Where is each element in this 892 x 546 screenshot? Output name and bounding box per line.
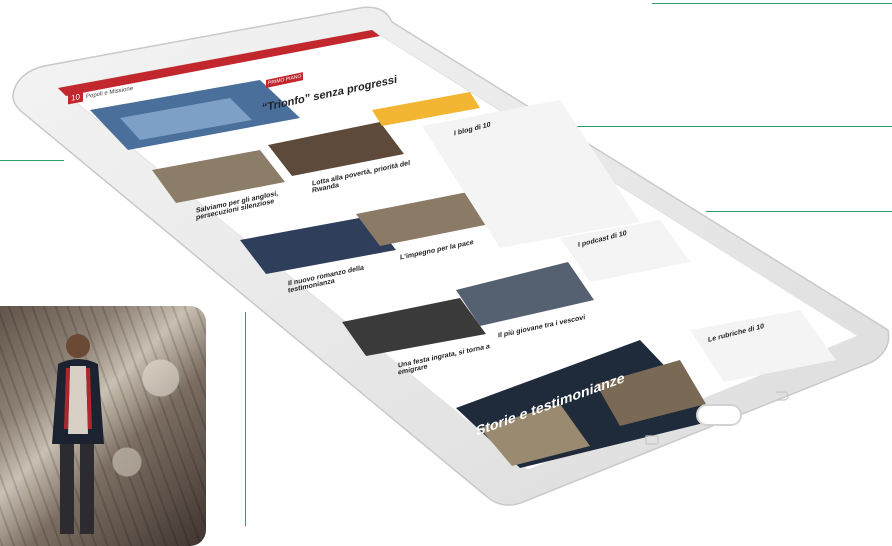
callout-line-left [0, 160, 64, 161]
callout-line-right-upper [572, 126, 892, 127]
callout-line-vertical [245, 312, 246, 526]
callout-line-top-right [652, 3, 892, 4]
graffiti-portrait-photo [0, 306, 206, 546]
person-figure [52, 334, 104, 534]
callout-line-right-lower [706, 211, 892, 212]
home-button [696, 404, 742, 426]
